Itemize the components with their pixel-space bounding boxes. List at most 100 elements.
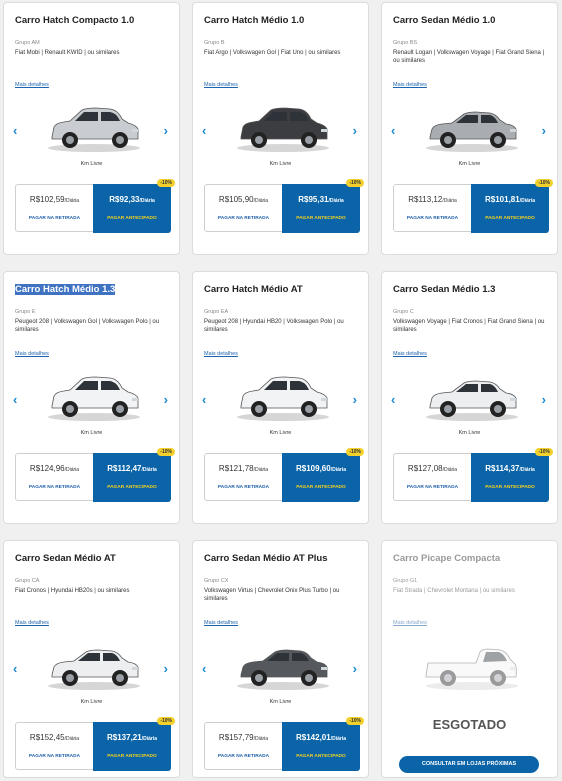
price-box: R$113,12/Diária PAGAR NA RETIRADA -10% R… (393, 179, 553, 233)
pay-later-option[interactable]: R$157,79/Diária PAGAR NA RETIRADA (205, 723, 282, 771)
pay-now-button[interactable]: PAGAR ANTECIPADO (282, 216, 360, 221)
car-offer-card: Carro Hatch Médio AT Grupo EA Peugeot 20… (192, 271, 369, 524)
car-image (425, 648, 518, 690)
km-label: Km Livre (80, 699, 103, 705)
pay-now-option[interactable]: -10% R$109,60/Diária PAGAR ANTECIPADO (282, 448, 364, 502)
chevron-left-icon[interactable]: ‹ (13, 662, 17, 675)
chevron-right-icon[interactable]: › (164, 393, 168, 406)
pay-now-button[interactable]: PAGAR ANTECIPADO (93, 754, 171, 759)
chevron-left-icon[interactable]: ‹ (391, 124, 395, 137)
price-box: R$127,08/Diária PAGAR NA RETIRADA -10% R… (393, 448, 553, 502)
pay-later-option[interactable]: R$127,08/Diária PAGAR NA RETIRADA (394, 454, 471, 502)
chevron-left-icon[interactable]: ‹ (202, 124, 206, 137)
car-group: Grupo C (393, 309, 414, 315)
pay-now-option[interactable]: -10% R$95,31/Diária PAGAR ANTECIPADO (282, 179, 364, 233)
km-label: Km Livre (269, 161, 292, 167)
details-link[interactable]: Mais detalhes (15, 620, 49, 626)
discount-badge: -10% (346, 448, 364, 456)
car-models: Peugeot 208 | Hyundai HB20 | Volkswagen … (204, 319, 344, 333)
details-link[interactable]: Mais detalhes (204, 351, 238, 357)
car-models: Fiat Cronos | Hyundai HB20s | ou similar… (15, 588, 130, 594)
chevron-right-icon[interactable]: › (164, 662, 168, 675)
chevron-left-icon[interactable]: ‹ (202, 393, 206, 406)
car-group: Grupo AM (15, 40, 40, 46)
chevron-right-icon[interactable]: › (164, 124, 168, 137)
chevron-right-icon[interactable]: › (353, 124, 357, 137)
km-label: Km Livre (458, 430, 481, 436)
car-title: Carro Sedan Médio 1.3 (393, 284, 496, 295)
car-title: Carro Picape Compacta (393, 553, 501, 564)
car-image (426, 380, 518, 421)
sold-out-label: ESGOTADO (432, 717, 507, 732)
km-label: Km Livre (80, 161, 103, 167)
chevron-left-icon[interactable]: ‹ (202, 662, 206, 675)
car-image (426, 111, 518, 152)
details-link[interactable]: Mais detalhes (15, 82, 49, 88)
discount-badge: -10% (157, 448, 175, 456)
pay-now-option[interactable]: -10% R$137,21/Diária PAGAR ANTECIPADO (93, 717, 175, 771)
details-link[interactable]: Mais detalhes (204, 82, 238, 88)
consult-stores-button[interactable]: CONSULTAR EM LOJAS PRÓXIMAS (399, 756, 539, 773)
chevron-left-icon[interactable]: ‹ (391, 393, 395, 406)
discount-price: R$101,81/Diária (485, 195, 535, 204)
discount-price: R$137,21/Diária (107, 733, 157, 742)
details-link[interactable]: Mais detalhes (204, 620, 238, 626)
car-offer-card: Carro Hatch Compacto 1.0 Grupo AM Fiat M… (3, 2, 180, 255)
chevron-right-icon[interactable]: › (542, 393, 546, 406)
pay-now-button[interactable]: PAGAR ANTECIPADO (282, 485, 360, 490)
chevron-right-icon[interactable]: › (542, 124, 546, 137)
pay-now-button[interactable]: PAGAR ANTECIPADO (282, 754, 360, 759)
pay-now-option[interactable]: -10% R$142,01/Diária PAGAR ANTECIPADO (282, 717, 364, 771)
price-box: R$105,90/Diária PAGAR NA RETIRADA -10% R… (204, 179, 364, 233)
car-group: Grupo CX (204, 578, 229, 584)
pay-later-button[interactable]: PAGAR NA RETIRADA (16, 216, 93, 221)
pay-now-option[interactable]: -10% R$101,81/Diária PAGAR ANTECIPADO (471, 179, 553, 233)
car-title: Carro Hatch Médio 1.3 (15, 284, 116, 295)
pay-now-option[interactable]: -10% R$92,33/Diária PAGAR ANTECIPADO (93, 179, 175, 233)
pay-later-button[interactable]: PAGAR NA RETIRADA (16, 754, 93, 759)
pay-later-button[interactable]: PAGAR NA RETIRADA (16, 485, 93, 490)
pay-later-option[interactable]: R$152,45/Diária PAGAR NA RETIRADA (16, 723, 93, 771)
pay-later-button[interactable]: PAGAR NA RETIRADA (394, 485, 471, 490)
pay-later-option[interactable]: R$124,96/Diária PAGAR NA RETIRADA (16, 454, 93, 502)
chevron-left-icon[interactable]: ‹ (13, 393, 17, 406)
chevron-left-icon[interactable]: ‹ (13, 124, 17, 137)
pay-later-option[interactable]: R$121,78/Diária PAGAR NA RETIRADA (205, 454, 282, 502)
pay-later-option[interactable]: R$113,12/Diária PAGAR NA RETIRADA (394, 185, 471, 233)
car-group: Grupo G1 (393, 578, 418, 584)
pay-later-button[interactable]: PAGAR NA RETIRADA (394, 216, 471, 221)
discount-badge: -10% (346, 717, 364, 725)
pay-now-button[interactable]: PAGAR ANTECIPADO (93, 216, 171, 221)
details-link[interactable]: Mais detalhes (393, 351, 427, 357)
car-title: Carro Hatch Médio 1.0 (204, 15, 305, 26)
pay-later-option[interactable]: R$102,59/Diária PAGAR NA RETIRADA (16, 185, 93, 233)
car-models: Fiat Mobi | Renault KWID | ou similares (15, 50, 120, 56)
pay-now-option[interactable]: -10% R$114,37/Diária PAGAR ANTECIPADO (471, 448, 553, 502)
car-group: Grupo EA (204, 309, 229, 315)
pay-later-button[interactable]: PAGAR NA RETIRADA (205, 754, 282, 759)
car-models: Renault Logan | Volkswagen Voyage | Fiat… (393, 50, 545, 64)
car-offer-card: Carro Sedan Médio 1.0 Grupo BS Renault L… (381, 2, 558, 255)
discount-price: R$114,37/Diária (485, 464, 535, 473)
pay-now-option[interactable]: -10% R$112,47/Diária PAGAR ANTECIPADO (93, 448, 175, 502)
car-models: Peugeot 208 | Volkswagen Gol | Volkswage… (15, 319, 160, 333)
car-group: Grupo E (15, 309, 36, 315)
car-models: Fiat Argo | Volkswagen Gol | Fiat Uno | … (204, 50, 341, 56)
car-title: Carro Sedan Médio 1.0 (393, 15, 496, 26)
discount-price: R$95,31/Diária (298, 195, 344, 204)
pay-later-button[interactable]: PAGAR NA RETIRADA (205, 485, 282, 490)
car-group: Grupo CA (15, 578, 40, 584)
details-link[interactable]: Mais detalhes (393, 82, 427, 88)
car-image (48, 376, 140, 421)
pay-now-button[interactable]: PAGAR ANTECIPADO (471, 216, 549, 221)
chevron-right-icon[interactable]: › (353, 662, 357, 675)
pay-now-button[interactable]: PAGAR ANTECIPADO (471, 485, 549, 490)
pay-later-option[interactable]: R$105,90/Diária PAGAR NA RETIRADA (205, 185, 282, 233)
km-label: Km Livre (80, 430, 103, 436)
car-offer-card: Carro Picape Compacta Grupo G1 Fiat Stra… (381, 540, 558, 778)
details-link[interactable]: Mais detalhes (15, 351, 49, 357)
details-link[interactable]: Mais detalhes (393, 620, 427, 626)
pay-later-button[interactable]: PAGAR NA RETIRADA (205, 216, 282, 221)
chevron-right-icon[interactable]: › (353, 393, 357, 406)
pay-now-button[interactable]: PAGAR ANTECIPADO (93, 485, 171, 490)
